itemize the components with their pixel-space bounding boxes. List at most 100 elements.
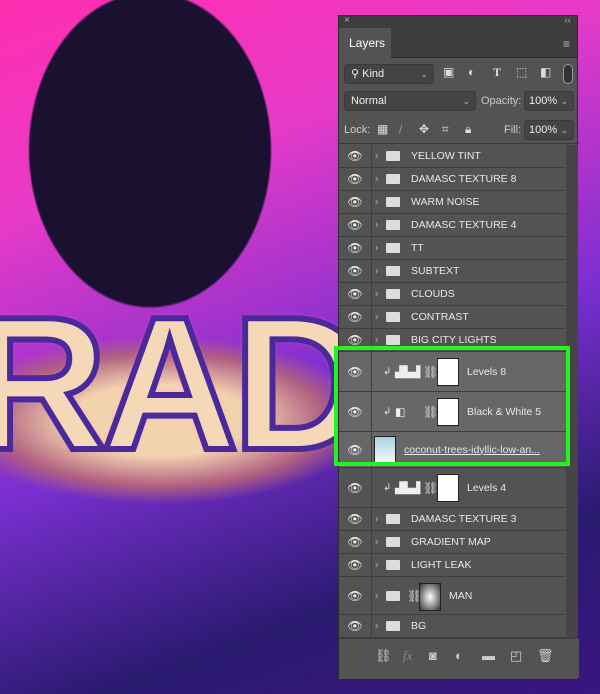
visibility-eye-icon[interactable]: 👁︎ [339, 237, 372, 259]
layer-row[interactable]: 👁︎ › DAMASC TEXTURE 3 [339, 508, 566, 531]
layer-row[interactable]: 👁︎ › DAMASC TEXTURE 4 [339, 214, 566, 237]
image-filter-icon[interactable]: ▣ [443, 65, 454, 79]
layer-name: DAMASC TEXTURE 3 [411, 513, 517, 525]
chevron-right-icon[interactable]: › [375, 243, 378, 254]
layer-row[interactable]: 👁︎ › WARM NOISE [339, 191, 566, 214]
panel-footer: ⛓ fx ◙ ◐ ▬ ◰ 🗑︎ [339, 638, 579, 678]
chevron-right-icon[interactable]: › [375, 289, 378, 300]
visibility-eye-icon[interactable]: 👁︎ [339, 260, 372, 282]
chevron-right-icon[interactable]: › [375, 266, 378, 277]
trash-icon[interactable]: 🗑︎ [537, 648, 554, 664]
layer-name: LIGHT LEAK [411, 559, 472, 571]
chevron-right-icon[interactable]: › [375, 197, 378, 208]
visibility-eye-icon[interactable]: 👁︎ [339, 145, 372, 167]
layer-name: YELLOW TINT [411, 150, 481, 162]
layer-row[interactable]: 👁︎ › DAMASC TEXTURE 8 [339, 168, 566, 191]
layer-name: CONTRAST [411, 311, 469, 323]
layer-name: MAN [449, 589, 473, 602]
layer-row[interactable]: 👁︎ › GRADIENT MAP [339, 531, 566, 554]
layer-row[interactable]: 👁︎ › BG [339, 615, 566, 638]
visibility-eye-icon[interactable]: 👁︎ [339, 214, 372, 236]
layer-name: BG [411, 620, 427, 632]
mask-icon[interactable]: ◙ [429, 648, 437, 663]
fill-value: 100% [529, 124, 558, 136]
layer-row[interactable]: 👁︎ ↲ ▟▙▟ ⛓ Levels 4 [339, 468, 566, 508]
visibility-eye-icon[interactable]: 👁︎ [339, 531, 372, 553]
layer-row[interactable]: 👁︎ › CLOUDS [339, 283, 566, 306]
layer-name: WARM NOISE [411, 196, 480, 208]
hamburger-icon[interactable]: ≡ [563, 37, 570, 51]
brush-icon[interactable]: / [399, 122, 402, 136]
layer-name: SUBTEXT [411, 265, 460, 277]
visibility-eye-icon[interactable]: 👁︎ [339, 283, 372, 305]
smart-object-filter-icon[interactable]: ◧ [540, 65, 551, 79]
visibility-eye-icon[interactable]: 👁︎ [339, 554, 372, 576]
visibility-eye-icon[interactable]: 👁︎ [339, 577, 372, 614]
adjustment-icon[interactable]: ◐ [455, 648, 463, 663]
visibility-eye-icon[interactable]: 👁︎ [339, 508, 372, 530]
filter-kind-label: Kind [362, 68, 385, 80]
move-icon[interactable]: ✥ [419, 122, 429, 136]
layer-row[interactable]: 👁︎ › YELLOW TINT [339, 145, 566, 168]
chevron-right-icon[interactable]: › [375, 312, 378, 323]
type-filter-icon[interactable]: T [493, 65, 501, 80]
folder-icon [386, 514, 400, 524]
fill-label: Fill: [504, 124, 522, 136]
folder-icon [386, 560, 400, 570]
shape-filter-icon[interactable]: ⬚ [516, 65, 527, 79]
layer-row[interactable]: 👁︎ › LIGHT LEAK [339, 554, 566, 577]
blend-mode-value: Normal [351, 95, 387, 107]
canvas-art-text: RAD [0, 275, 373, 493]
link-icon[interactable]: ⛓ [375, 648, 392, 664]
lock-transparent-icon[interactable]: ▦ [377, 122, 388, 136]
chevron-right-icon[interactable]: › [375, 514, 378, 525]
chevron-right-icon[interactable]: › [375, 621, 378, 632]
layer-row[interactable]: 👁︎ › CONTRAST [339, 306, 566, 329]
chevron-right-icon[interactable]: › [375, 537, 378, 548]
blend-mode-select[interactable]: Normal ⌄ [344, 91, 476, 111]
layer-name: DAMASC TEXTURE 8 [411, 173, 517, 185]
layer-name: DAMASC TEXTURE 4 [411, 219, 517, 231]
chevron-right-icon[interactable]: › [375, 151, 378, 162]
close-icon[interactable]: × [344, 15, 350, 26]
folder-icon [386, 266, 400, 276]
layer-row[interactable]: 👁︎ › ⛓ MAN [339, 577, 566, 615]
visibility-eye-icon[interactable]: 👁︎ [339, 468, 372, 507]
lock-icon[interactable]: 🔒︎ [465, 122, 471, 137]
artboard-icon[interactable]: ⌗ [442, 122, 449, 137]
adjustment-filter-icon[interactable]: ◐ [468, 65, 475, 79]
highlight-box [334, 346, 570, 466]
layer-mask-thumbnail [437, 474, 459, 502]
fill-field[interactable]: 100% ⌄ [524, 120, 574, 140]
panel-titlebar: × ‹‹ [339, 15, 577, 28]
chevron-right-icon[interactable]: › [375, 560, 378, 571]
folder-icon [386, 174, 400, 184]
folder-icon[interactable]: ▬ [482, 648, 495, 663]
new-layer-icon[interactable]: ◰ [510, 648, 522, 664]
chevron-right-icon[interactable]: › [375, 220, 378, 231]
layer-row[interactable]: 👁︎ › TT [339, 237, 566, 260]
visibility-eye-icon[interactable]: 👁︎ [339, 168, 372, 190]
lock-label: Lock: [344, 124, 371, 136]
layer-name: TT [411, 242, 424, 254]
layer-row[interactable]: 👁︎ › SUBTEXT [339, 260, 566, 283]
chevron-right-icon[interactable]: › [375, 174, 378, 185]
folder-icon [386, 537, 400, 547]
chevron-right-icon[interactable]: › [375, 335, 378, 346]
chevron-right-icon[interactable]: › [375, 590, 378, 601]
tab-layers[interactable]: Layers [339, 28, 391, 59]
levels-icon: ▟▙▟ [395, 482, 421, 494]
visibility-eye-icon[interactable]: 👁︎ [339, 306, 372, 328]
filter-kind-select[interactable]: ⚲ Kind ⌄ [344, 64, 434, 84]
opacity-field[interactable]: 100% ⌄ [524, 91, 574, 111]
layer-name: Levels 4 [467, 481, 507, 494]
clipping-arrow-icon: ↲ [383, 482, 392, 493]
fx-icon[interactable]: fx [403, 648, 412, 664]
collapse-icon[interactable]: ‹‹ [564, 15, 571, 26]
folder-icon [386, 151, 400, 161]
visibility-eye-icon[interactable]: 👁︎ [339, 191, 372, 213]
filter-toggle[interactable] [563, 64, 573, 84]
chain-link-icon[interactable]: ⛓ [423, 481, 438, 495]
folder-icon [386, 335, 400, 345]
visibility-eye-icon[interactable]: 👁︎ [339, 615, 372, 637]
